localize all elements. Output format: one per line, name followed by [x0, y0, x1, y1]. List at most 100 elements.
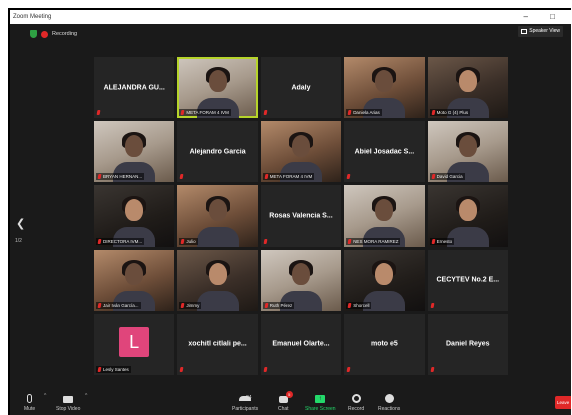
- participant-name: Shorcell: [353, 302, 370, 308]
- participant-name: Adaly: [291, 84, 311, 92]
- microphone-icon: [27, 394, 33, 403]
- participant-tile[interactable]: Jimmy: [177, 249, 258, 311]
- mic-muted-icon: [347, 238, 352, 244]
- chevron-left-icon[interactable]: ❮: [16, 217, 25, 230]
- participant-tile[interactable]: David Garcia: [427, 121, 508, 183]
- stop-video-button[interactable]: Stop Video: [56, 396, 80, 412]
- participant-tile[interactable]: Daniel Reyes: [427, 313, 508, 375]
- participant-label: Julio: [179, 237, 198, 245]
- participant-tile[interactable]: Alejandro Garcia: [177, 121, 258, 183]
- video-person: [458, 198, 477, 221]
- mic-muted-icon: [180, 110, 185, 116]
- chat-button[interactable]: 5 Chat: [278, 391, 293, 412]
- record-label: Record: [348, 406, 365, 412]
- mic-muted-icon: [96, 110, 101, 116]
- participant-label: Moto G (4) Plus: [429, 109, 471, 117]
- participant-name: Alejandro Garcia: [189, 148, 246, 156]
- mic-muted-icon: [264, 174, 269, 180]
- participant-tile[interactable]: BRYAN HERNAN...: [94, 121, 175, 183]
- mic-muted-icon: [97, 174, 102, 180]
- window-controls[interactable]: – □: [523, 10, 565, 24]
- participant-tile[interactable]: Jair Iván García...: [94, 249, 175, 311]
- share-screen-button[interactable]: ↑ Share Screen: [305, 395, 336, 412]
- meeting-toolbar: Mute ^ Stop Video ^ 34 Participants 5 Ch…: [10, 387, 571, 415]
- chevron-up-icon[interactable]: ^: [44, 393, 46, 399]
- participant-tile[interactable]: Abiel Josadac S...: [344, 121, 425, 183]
- speaker-view-button[interactable]: Speaker View: [518, 26, 563, 37]
- mic-muted-icon: [347, 302, 352, 308]
- participant-label: META FORAM 4 IVM: [179, 109, 231, 117]
- participant-tile[interactable]: Shorcell: [344, 249, 425, 311]
- participant-tile[interactable]: ALEJANDRA GU...: [94, 57, 175, 119]
- mic-muted-icon: [346, 367, 351, 372]
- share-screen-icon: ↑: [315, 395, 326, 403]
- grid-icon: [521, 29, 528, 34]
- participant-tile[interactable]: Emanuel Olarte...: [260, 313, 342, 375]
- video-person: [375, 198, 394, 221]
- participant-name: CECYTEV No.2 E...: [436, 276, 500, 284]
- mic-muted-icon: [431, 174, 436, 180]
- reactions-label: Reactions: [378, 406, 401, 412]
- participant-tile[interactable]: Adaly: [260, 57, 342, 119]
- participant-tile[interactable]: Julio: [177, 185, 258, 247]
- participant-tile[interactable]: DIRECTORA IVM...: [94, 185, 175, 247]
- mic-muted-icon: [347, 110, 352, 116]
- participant-name: Abiel Josadac S...: [354, 148, 415, 156]
- chevron-up-icon[interactable]: ^: [85, 393, 87, 399]
- video-person: [291, 134, 310, 157]
- participant-label: META FORAM 4 IVM: [262, 173, 315, 181]
- participant-tile[interactable]: Daniela Arias: [344, 57, 425, 119]
- mic-muted-icon: [346, 174, 351, 180]
- participant-tile[interactable]: Moto G (4) Plus: [427, 57, 508, 119]
- mic-muted-icon: [180, 238, 185, 244]
- mic-muted-icon: [179, 174, 184, 180]
- mic-muted-icon: [431, 110, 436, 116]
- video-person: [208, 198, 227, 221]
- mic-muted-icon: [430, 302, 435, 308]
- video-person: [125, 134, 144, 157]
- mic-muted-icon: [263, 238, 268, 244]
- participant-tile[interactable]: Rosas Valencia S...: [260, 185, 342, 247]
- record-button[interactable]: Record: [348, 394, 364, 412]
- participant-name: Jair Iván García...: [103, 302, 139, 308]
- reactions-button[interactable]: Reactions: [378, 394, 400, 412]
- record-icon: [41, 30, 48, 38]
- participant-name: DIRECTORA IVM...: [103, 238, 143, 244]
- participant-label: DIRECTORA IVM...: [96, 237, 145, 245]
- participant-name: David Garcia: [436, 174, 463, 180]
- participant-tile[interactable]: xochitl citlali pe...: [177, 313, 258, 375]
- participant-label: NES MORA RAMIREZ: [346, 237, 401, 245]
- mute-label: Mute: [24, 406, 36, 412]
- participant-tile[interactable]: Ruth Pérez: [260, 249, 342, 311]
- participant-tile[interactable]: CECYTEV No.2 E...: [427, 249, 508, 311]
- mute-button[interactable]: Mute: [24, 394, 35, 412]
- participant-tile[interactable]: META FORAM 4 IVM: [177, 57, 258, 119]
- participant-name: Lesly Santes: [103, 367, 129, 372]
- participant-label: Shorcell: [346, 301, 372, 309]
- video-person: [375, 70, 394, 93]
- leave-button[interactable]: Leave: [555, 396, 571, 409]
- participants-button[interactable]: 34 Participants: [232, 395, 258, 412]
- mic-muted-icon: [180, 302, 185, 308]
- participant-tile[interactable]: NES MORA RAMIREZ: [344, 185, 425, 247]
- video-person: [125, 263, 144, 286]
- mic-muted-icon: [97, 238, 102, 244]
- participant-name: Emanuel Olarte...: [272, 340, 330, 348]
- participant-tile[interactable]: Ernesto: [427, 185, 508, 247]
- participant-name: moto e5: [370, 340, 398, 348]
- record-button-icon: [351, 394, 361, 403]
- chat-label: Chat: [278, 406, 289, 412]
- participant-tile[interactable]: moto e5: [344, 313, 425, 375]
- video-person: [458, 70, 477, 93]
- participant-label: Ernesto: [429, 237, 455, 245]
- meeting-status: Recording: [30, 29, 77, 39]
- video-person: [291, 263, 310, 286]
- video-person: [458, 134, 477, 157]
- participant-tile[interactable]: L Lesly Santes: [94, 313, 175, 375]
- page-indicator: 1/2: [15, 238, 22, 244]
- reactions-icon: [384, 394, 394, 403]
- participant-tile[interactable]: META FORAM 4 IVM: [260, 121, 342, 183]
- camera-icon: [63, 396, 74, 403]
- avatar: L: [119, 327, 150, 358]
- shield-icon[interactable]: [30, 30, 37, 38]
